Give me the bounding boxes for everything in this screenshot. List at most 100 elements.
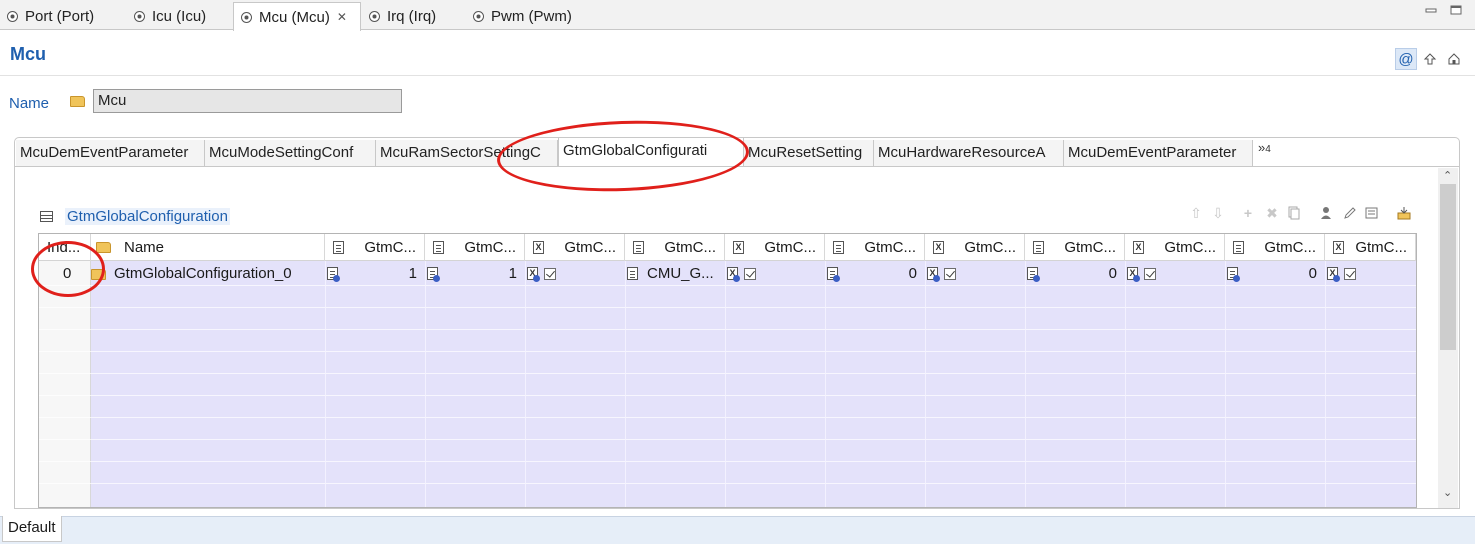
table-body (91, 261, 1416, 507)
integer-param-icon (427, 267, 440, 282)
column-divider (925, 261, 926, 507)
table-title[interactable]: GtmGlobalConfiguration (65, 208, 230, 225)
column-header-gtmc-11[interactable]: X GtmC... (1325, 234, 1416, 261)
export-icon[interactable] (1395, 204, 1413, 222)
column-header-gtmc-8[interactable]: GtmC... (1025, 234, 1125, 261)
checkbox[interactable] (1144, 268, 1156, 280)
integer-param-icon (1227, 267, 1240, 282)
tab-pwm[interactable]: Pwm (Pwm) (466, 2, 586, 30)
boolean-param-icon: X (527, 267, 540, 282)
column-header-gtmc-4[interactable]: GtmC... (625, 234, 725, 261)
row-divider (39, 329, 1416, 330)
folder-icon (70, 96, 85, 107)
boolean-param-icon: X (733, 241, 744, 254)
tab-mcu-mode-setting-conf[interactable]: McuModeSettingConf (205, 140, 376, 166)
annotation-circle-index (31, 241, 105, 297)
column-header-gtmc-2[interactable]: GtmC... (425, 234, 525, 261)
tab-default[interactable]: Default (2, 516, 62, 542)
row-divider (39, 395, 1416, 396)
enum-param-icon (633, 241, 644, 254)
column-divider (1225, 261, 1226, 507)
tab-label: Pwm (Pwm) (491, 7, 572, 25)
scroll-up-icon[interactable]: ⌃ (1443, 169, 1452, 182)
tab-label: Mcu (Mcu) (259, 8, 330, 26)
more-tabs-count: 4 (1265, 144, 1271, 155)
cell-gtmc-5[interactable]: X (725, 263, 825, 285)
at-sign-icon[interactable]: @ (1395, 48, 1417, 70)
folder-icon (96, 242, 111, 253)
column-header-name[interactable]: Name (91, 234, 325, 261)
tab-irq[interactable]: Irq (Irq) (362, 2, 462, 30)
row-divider (39, 483, 1416, 484)
column-divider (1025, 261, 1026, 507)
cell-gtmc-9[interactable]: X (1125, 263, 1225, 285)
column-header-gtmc-7[interactable]: X GtmC... (925, 234, 1025, 261)
tab-mcu-dem-event-parameter[interactable]: McuDemEventParameter (16, 140, 205, 166)
boolean-param-icon: X (927, 267, 940, 282)
module-icon (369, 10, 380, 22)
delete-icon[interactable]: ✖ (1263, 204, 1281, 222)
arrow-up-icon[interactable] (1419, 48, 1441, 70)
vertical-scrollbar[interactable]: ⌃ ⌄ (1438, 168, 1458, 508)
cell-name[interactable]: GtmGlobalConfiguration_0 (91, 263, 325, 285)
integer-param-icon (827, 267, 840, 282)
integer-param-icon (327, 267, 340, 282)
user-icon[interactable] (1317, 204, 1335, 222)
checkbox[interactable] (1344, 268, 1356, 280)
cell-gtmc-2[interactable]: 1 (425, 263, 525, 285)
tab-mcu-hardware-resource[interactable]: McuHardwareResourceA (874, 140, 1064, 166)
cell-gtmc-1[interactable]: 1 (325, 263, 425, 285)
name-label: Name (9, 95, 50, 112)
tab-icu[interactable]: Icu (Icu) (127, 2, 232, 30)
scrollbar-thumb[interactable] (1440, 184, 1456, 350)
index-column (39, 261, 91, 507)
checkbox[interactable] (544, 268, 556, 280)
bottom-tab-bar (0, 516, 1475, 544)
checkbox[interactable] (744, 268, 756, 280)
cell-gtmc-6[interactable]: 0 (825, 263, 925, 285)
column-divider (425, 261, 426, 507)
cell-gtmc-3[interactable]: X (525, 263, 625, 285)
column-header-gtmc-1[interactable]: GtmC... (325, 234, 425, 261)
move-down-icon[interactable]: ⇩ (1209, 204, 1227, 222)
scroll-down-icon[interactable]: ⌄ (1443, 486, 1452, 499)
home-icon[interactable] (1443, 48, 1465, 70)
module-icon (241, 11, 252, 23)
cell-gtmc-11[interactable]: X (1325, 263, 1416, 285)
maximize-icon[interactable] (1450, 5, 1462, 15)
add-icon[interactable]: + (1239, 204, 1257, 222)
tab-label: Icu (Icu) (152, 7, 207, 25)
edit-pencil-icon[interactable] (1341, 204, 1359, 222)
close-icon[interactable]: ✕ (337, 10, 347, 24)
cell-gtmc-8[interactable]: 0 (1025, 263, 1125, 285)
edit-table-icon[interactable] (1363, 204, 1381, 222)
copy-icon[interactable] (1285, 204, 1303, 222)
row-divider (39, 285, 1416, 286)
boolean-param-icon: X (1133, 241, 1144, 254)
checkbox[interactable] (944, 268, 956, 280)
module-icon (7, 10, 18, 22)
column-header-gtmc-3[interactable]: X GtmC... (525, 234, 625, 261)
minimize-icon[interactable] (1425, 5, 1437, 15)
tab-mcu[interactable]: Mcu (Mcu) ✕ (233, 2, 361, 31)
column-header-gtmc-5[interactable]: X GtmC... (725, 234, 825, 261)
tab-label: Irq (Irq) (387, 7, 437, 25)
header-divider (0, 75, 1475, 76)
module-icon (134, 10, 145, 22)
row-divider (39, 373, 1416, 374)
boolean-param-icon: X (1327, 267, 1340, 282)
tab-port[interactable]: Port (Port) (0, 2, 125, 30)
column-header-gtmc-10[interactable]: GtmC... (1225, 234, 1325, 261)
tab-mcu-dem-event-parameter-2[interactable]: McuDemEventParameter (1064, 140, 1253, 166)
enum-param-icon (627, 267, 638, 280)
name-field[interactable]: Mcu (93, 89, 402, 113)
more-tabs-button[interactable]: »4 (1258, 140, 1271, 155)
cell-gtmc-7[interactable]: X (925, 263, 1025, 285)
integer-param-icon (833, 241, 844, 254)
column-header-gtmc-6[interactable]: GtmC... (825, 234, 925, 261)
cell-gtmc-10[interactable]: 0 (1225, 263, 1325, 285)
column-header-gtmc-9[interactable]: X GtmC... (1125, 234, 1225, 261)
tab-mcu-reset-setting[interactable]: McuResetSetting (744, 140, 874, 166)
cell-gtmc-4[interactable]: CMU_G... (625, 263, 725, 285)
move-up-icon[interactable]: ⇧ (1187, 204, 1205, 222)
